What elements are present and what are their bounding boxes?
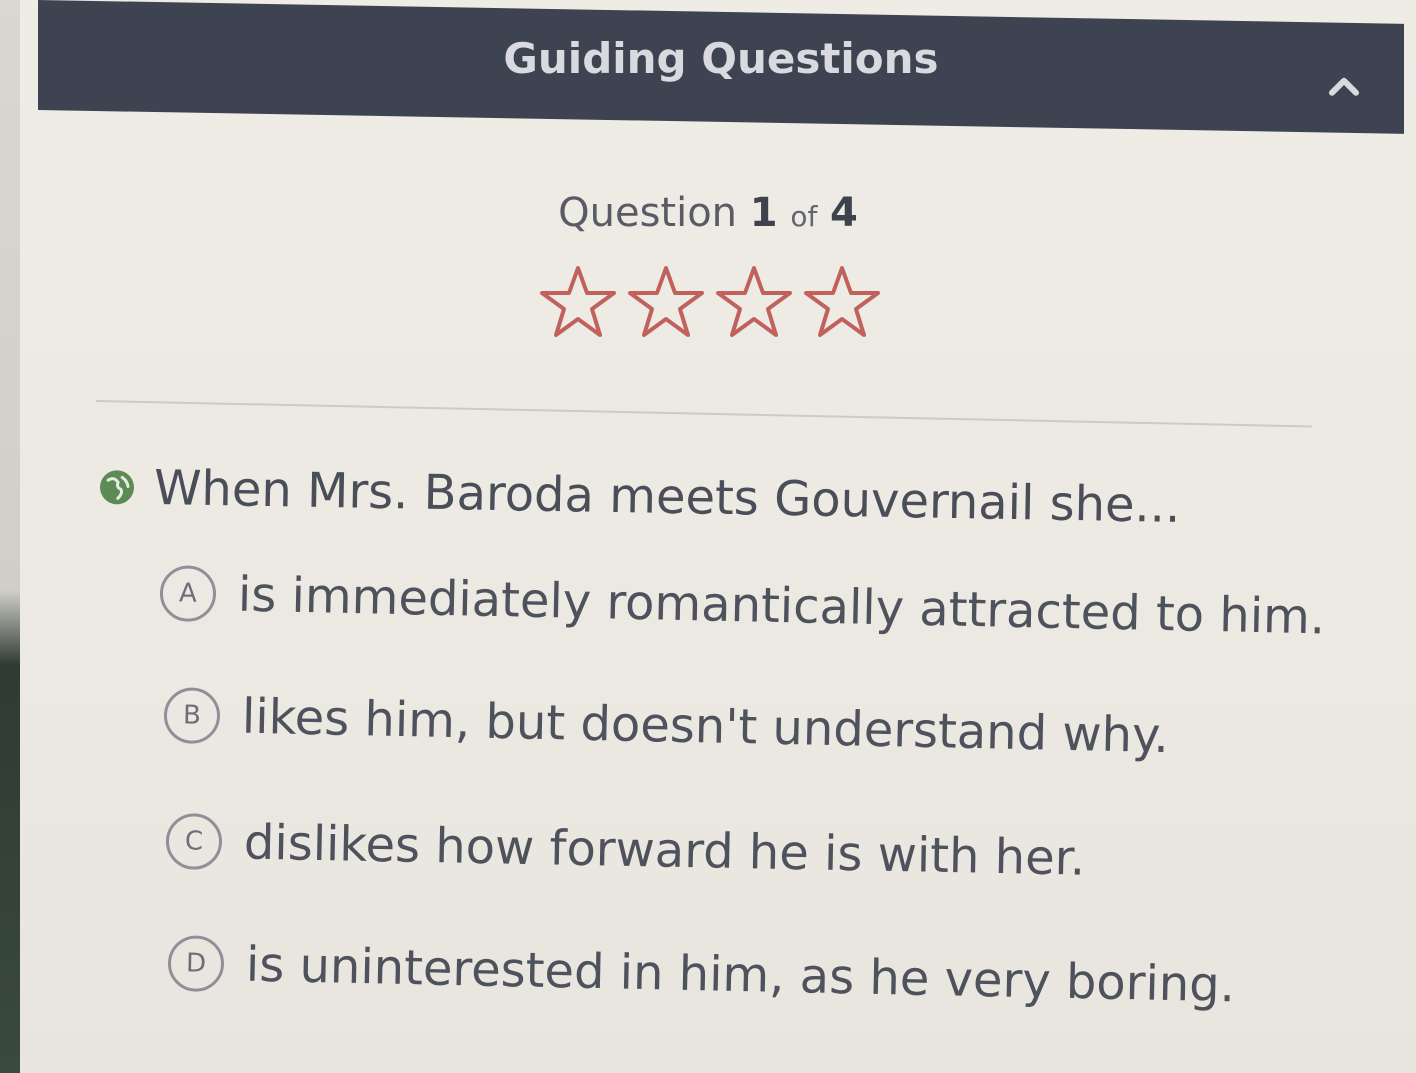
option-radio[interactable]: B: [163, 687, 221, 745]
chevron-up-icon[interactable]: [1324, 67, 1364, 107]
option-label[interactable]: dislikes how forward he is with her.: [243, 815, 1085, 887]
star-icon: [714, 262, 794, 342]
progress-current: 1: [749, 190, 778, 236]
star-icon: [802, 262, 882, 342]
option-radio[interactable]: D: [167, 935, 225, 993]
question-progress: Question 1 of 4: [0, 190, 1416, 236]
star-rating: [538, 262, 888, 352]
option-radio[interactable]: A: [159, 565, 217, 623]
progress-label: Question: [558, 190, 738, 236]
star-icon: [538, 262, 618, 342]
progress-of: of: [790, 200, 818, 233]
progress-total: 4: [830, 190, 858, 236]
option-label[interactable]: likes him, but doesn't understand why.: [241, 689, 1169, 764]
option-label[interactable]: is uninterested in him, as he very borin…: [245, 937, 1235, 1014]
option-radio[interactable]: C: [165, 813, 223, 871]
panel-title: Guiding Questions: [503, 33, 939, 83]
globe-icon[interactable]: [98, 468, 137, 507]
star-icon: [626, 262, 706, 342]
question-text: When Mrs. Baroda meets Gouvernail she...: [153, 459, 1181, 534]
